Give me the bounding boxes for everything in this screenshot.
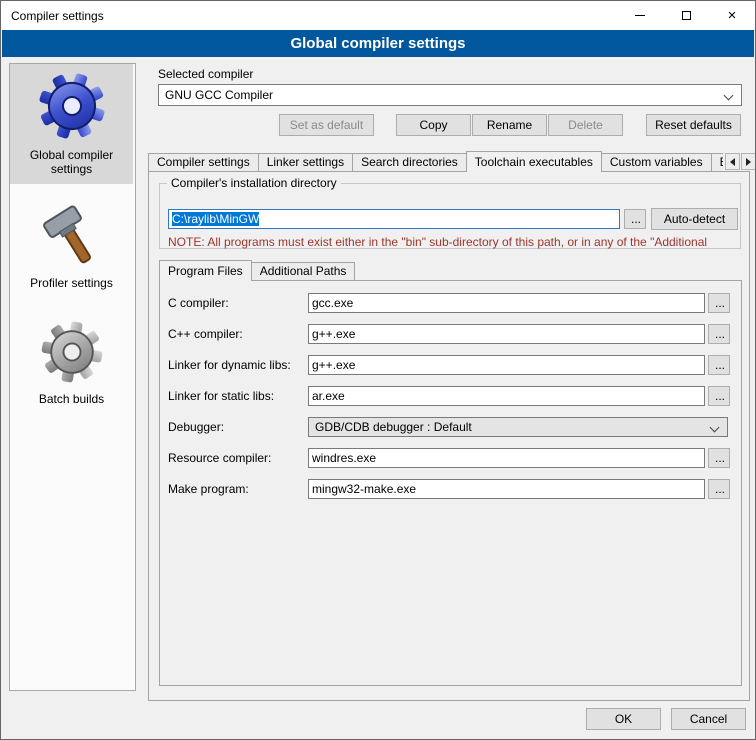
c-compiler-input[interactable] [308, 293, 705, 313]
tab-compiler-settings[interactable]: Compiler settings [148, 153, 259, 172]
tab-linker-settings[interactable]: Linker settings [258, 153, 353, 172]
close-icon: × [728, 8, 737, 23]
chevron-down-icon [724, 91, 734, 101]
tab-scroll-buttons [724, 153, 756, 170]
reset-defaults-button[interactable]: Reset defaults [646, 114, 741, 136]
installation-directory-value: C:\raylib\MinGW [172, 212, 259, 226]
linker-dynamic-input[interactable] [308, 355, 705, 375]
toolchain-subtabstrip: Program Files Additional Paths [159, 260, 354, 281]
sidebar-item-label: Batch builds [22, 392, 122, 406]
tab-toolchain-executables[interactable]: Toolchain executables [466, 151, 602, 172]
auto-detect-button[interactable]: Auto-detect [651, 208, 738, 230]
debugger-select[interactable]: GDB/CDB debugger : Default [308, 417, 728, 437]
close-button[interactable]: × [709, 1, 755, 30]
selected-compiler-label: Selected compiler [158, 67, 253, 81]
titlebar: Compiler settings × [1, 1, 755, 30]
minimize-button[interactable] [617, 1, 663, 30]
selected-compiler-dropdown[interactable]: GNU GCC Compiler [158, 84, 742, 106]
cpp-compiler-input[interactable] [308, 324, 705, 344]
settings-sidebar: Global compiler settings Profiler settin… [9, 63, 136, 691]
linker-static-input[interactable] [308, 386, 705, 406]
installation-directory-input[interactable]: C:\raylib\MinGW [168, 209, 620, 229]
field-label: Linker for dynamic libs: [168, 358, 291, 372]
resource-compiler-browse-button[interactable]: ... [708, 448, 730, 468]
tab-build-options[interactable]: Build options [711, 153, 723, 172]
tab-scroll-right-button[interactable] [741, 153, 756, 170]
copy-button[interactable]: Copy [396, 114, 471, 136]
installation-directory-groupbox: Compiler's installation directory C:\ray… [159, 183, 741, 249]
arrow-left-icon [730, 158, 735, 166]
field-label: Linker for static libs: [168, 389, 274, 403]
debugger-value: GDB/CDB debugger : Default [315, 420, 472, 434]
make-program-input[interactable] [308, 479, 705, 499]
installation-directory-group-title: Compiler's installation directory [167, 176, 341, 190]
maximize-icon [682, 11, 691, 20]
field-label: Make program: [168, 482, 249, 496]
cancel-button[interactable]: Cancel [671, 708, 746, 730]
field-row-debugger: Debugger: GDB/CDB debugger : Default [160, 417, 741, 439]
resource-compiler-input[interactable] [308, 448, 705, 468]
delete-button[interactable]: Delete [548, 114, 623, 136]
field-label: C compiler: [168, 296, 229, 310]
linker-static-browse-button[interactable]: ... [708, 386, 730, 406]
tab-custom-variables[interactable]: Custom variables [601, 153, 712, 172]
field-row-cpp-compiler: C++ compiler: ... [160, 324, 741, 346]
installation-directory-browse-button[interactable]: ... [624, 209, 646, 229]
caption-buttons: × [617, 1, 755, 30]
hammer-icon [39, 203, 105, 271]
blue-gear-icon [35, 69, 109, 143]
c-compiler-browse-button[interactable]: ... [708, 293, 730, 313]
field-row-make-program: Make program: ... [160, 479, 741, 501]
dialog-header: Global compiler settings [2, 30, 754, 57]
program-files-pane: C compiler: ... C++ compiler: ... Linker… [159, 280, 742, 686]
make-program-browse-button[interactable]: ... [708, 479, 730, 499]
gray-gear-icon [37, 317, 107, 387]
maximize-button[interactable] [663, 1, 709, 30]
rename-button[interactable]: Rename [472, 114, 547, 136]
field-row-c-compiler: C compiler: ... [160, 293, 741, 315]
field-row-resource-compiler: Resource compiler: ... [160, 448, 741, 470]
set-as-default-button[interactable]: Set as default [279, 114, 374, 136]
compiler-settings-window: Compiler settings × Global compiler sett… [0, 0, 756, 740]
selected-compiler-value: GNU GCC Compiler [165, 88, 273, 102]
field-row-linker-static: Linker for static libs: ... [160, 386, 741, 408]
field-label: Debugger: [168, 420, 224, 434]
cpp-compiler-browse-button[interactable]: ... [708, 324, 730, 344]
ok-button[interactable]: OK [586, 708, 661, 730]
tab-search-directories[interactable]: Search directories [352, 153, 467, 172]
linker-dynamic-browse-button[interactable]: ... [708, 355, 730, 375]
field-label: C++ compiler: [168, 327, 243, 341]
chevron-down-icon [710, 423, 720, 433]
minimize-icon [635, 15, 645, 16]
sidebar-item-global-compiler-settings[interactable]: Global compiler settings [10, 64, 133, 184]
tab-scroll-left-button[interactable] [725, 153, 740, 170]
note-text: NOTE: All programs must exist either in … [168, 235, 738, 249]
sidebar-item-profiler-settings[interactable]: Profiler settings [10, 198, 133, 298]
toolchain-executables-pane: Compiler's installation directory C:\ray… [148, 171, 750, 701]
field-label: Resource compiler: [168, 451, 271, 465]
sidebar-item-label: Global compiler settings [22, 148, 122, 176]
subtab-additional-paths[interactable]: Additional Paths [251, 262, 356, 281]
sidebar-item-label: Profiler settings [22, 276, 122, 290]
sidebar-item-batch-builds[interactable]: Batch builds [10, 312, 133, 414]
window-title: Compiler settings [1, 9, 104, 23]
arrow-right-icon [746, 158, 751, 166]
field-row-linker-dynamic: Linker for dynamic libs: ... [160, 355, 741, 377]
settings-tabstrip: Compiler settings Linker settings Search… [148, 151, 723, 172]
subtab-program-files[interactable]: Program Files [159, 260, 252, 281]
